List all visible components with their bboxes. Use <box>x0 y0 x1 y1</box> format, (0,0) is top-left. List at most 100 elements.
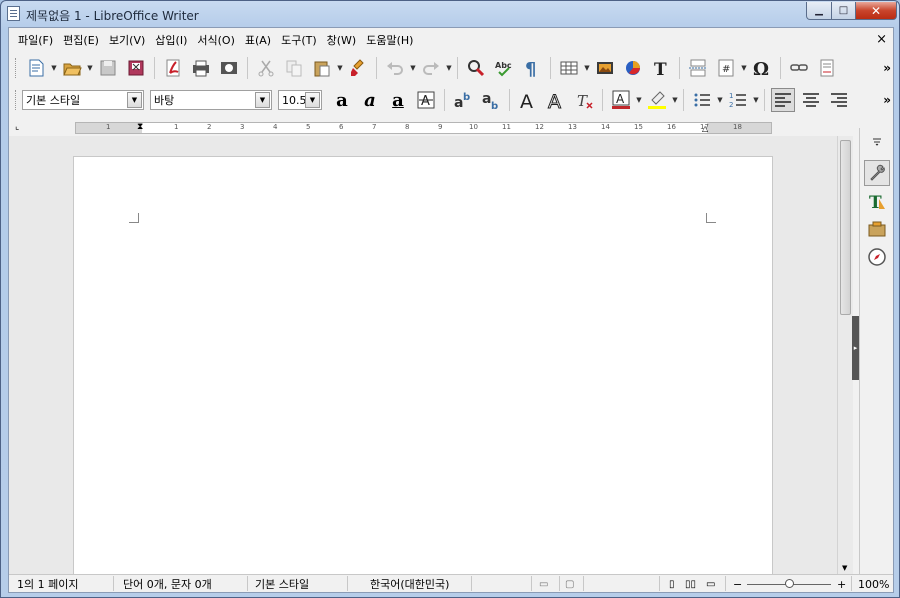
page-break-icon[interactable] <box>686 56 710 80</box>
toolbar-grip[interactable] <box>15 58 18 78</box>
document-page[interactable] <box>73 156 773 574</box>
paste-dropdown-icon[interactable]: ▼ <box>336 56 344 80</box>
horizontal-ruler[interactable]: 1 1 2 3 4 5 6 7 8 9 10 11 12 13 14 15 16… <box>75 122 772 134</box>
text-language[interactable]: 한국어(대한민국) <box>370 577 449 591</box>
word-count[interactable]: 단어 0개, 문자 0개 <box>123 577 212 591</box>
save-icon[interactable] <box>96 56 120 80</box>
numbered-list-icon[interactable]: 12 <box>726 88 750 112</box>
align-center-icon[interactable] <box>799 88 823 112</box>
bullet-dropdown-icon[interactable]: ▼ <box>716 88 724 112</box>
close-window-button[interactable]: ✕ <box>855 2 897 20</box>
menu-view[interactable]: 보기(V) <box>104 32 150 48</box>
export-icon[interactable] <box>124 56 148 80</box>
undo-dropdown-icon[interactable]: ▼ <box>409 56 417 80</box>
open-dropdown-icon[interactable]: ▼ <box>86 56 94 80</box>
right-indent-marker-icon[interactable]: △ <box>702 124 708 133</box>
find-replace-icon[interactable] <box>464 56 488 80</box>
undo-icon[interactable] <box>383 56 407 80</box>
numbering-dropdown-icon[interactable]: ▼ <box>752 88 760 112</box>
insert-image-icon[interactable] <box>593 56 617 80</box>
font-name-combo[interactable]: 바탕 ▼ <box>150 90 272 110</box>
table-dropdown-icon[interactable]: ▼ <box>583 56 591 80</box>
page-indicator[interactable]: 1의 1 페이지 <box>17 577 78 591</box>
chevron-down-icon[interactable]: ▼ <box>255 92 270 108</box>
menu-format[interactable]: 서식(O) <box>192 32 239 48</box>
copy-icon[interactable] <box>282 56 306 80</box>
sidebar-collapse-handle[interactable]: ▸ <box>852 316 859 380</box>
toolbar-overflow-icon[interactable]: » <box>883 93 891 107</box>
maximize-button[interactable]: □ <box>831 2 856 20</box>
underline-icon[interactable]: a <box>386 88 410 112</box>
toolbar-overflow-icon[interactable]: » <box>883 61 891 75</box>
paste-icon[interactable] <box>310 56 334 80</box>
insert-chart-icon[interactable] <box>621 56 645 80</box>
print-icon[interactable] <box>189 56 213 80</box>
menu-tools[interactable]: 도구(T) <box>276 32 322 48</box>
new-document-icon[interactable] <box>24 56 48 80</box>
book-view-icon[interactable]: ▭ <box>706 577 715 591</box>
scrollbar-thumb[interactable] <box>840 140 851 315</box>
digital-signature-icon[interactable]: ▢ <box>565 577 574 591</box>
left-indent-marker-icon[interactable]: ⧗ <box>137 122 143 132</box>
sidebar-menu-icon[interactable] <box>864 128 890 154</box>
export-pdf-icon[interactable] <box>161 56 185 80</box>
shrink-font-icon[interactable]: A <box>544 88 568 112</box>
spelling-icon[interactable]: Abc <box>492 56 516 80</box>
highlight-dropdown-icon[interactable]: ▼ <box>671 88 679 112</box>
title-bar[interactable]: 제목없음 1 - LibreOffice Writer ▁ □ ✕ <box>1 1 899 27</box>
vertical-scrollbar[interactable]: ▼ <box>837 136 853 574</box>
menu-window[interactable]: 창(W) <box>322 32 362 48</box>
hyperlink-icon[interactable] <box>787 56 811 80</box>
print-preview-icon[interactable] <box>217 56 241 80</box>
styles-icon[interactable]: T <box>864 188 890 214</box>
menu-table[interactable]: 표(A) <box>240 32 276 48</box>
zoom-out-button[interactable]: − <box>733 577 742 591</box>
field-dropdown-icon[interactable]: ▼ <box>740 56 748 80</box>
insert-table-icon[interactable] <box>557 56 581 80</box>
bullet-list-icon[interactable] <box>690 88 714 112</box>
navigator-icon[interactable] <box>864 244 890 270</box>
redo-dropdown-icon[interactable]: ▼ <box>445 56 453 80</box>
cut-icon[interactable] <box>254 56 278 80</box>
clear-formatting-icon[interactable]: T <box>572 88 596 112</box>
field-icon[interactable]: # <box>714 56 738 80</box>
font-color-dropdown-icon[interactable]: ▼ <box>635 88 643 112</box>
toolbar-grip[interactable] <box>15 90 18 110</box>
chevron-down-icon[interactable]: ▼ <box>127 92 142 108</box>
scroll-down-icon[interactable]: ▼ <box>842 564 847 572</box>
bold-icon[interactable]: a <box>330 88 354 112</box>
menu-insert[interactable]: 삽입(I) <box>150 32 192 48</box>
strikethrough-icon[interactable]: A <box>414 88 438 112</box>
properties-icon[interactable] <box>864 160 890 186</box>
paragraph-style-combo[interactable]: 기본 스타일 ▼ <box>22 90 144 110</box>
insert-textbox-icon[interactable]: T <box>649 56 673 80</box>
gallery-icon[interactable] <box>864 216 890 242</box>
menu-file[interactable]: 파일(F) <box>13 32 58 48</box>
font-size-combo[interactable]: 10.5 ▼ <box>278 90 322 110</box>
open-folder-icon[interactable] <box>60 56 84 80</box>
menu-edit[interactable]: 편집(E) <box>58 32 104 48</box>
special-character-icon[interactable]: Ω <box>750 56 774 80</box>
clone-formatting-icon[interactable] <box>346 56 370 80</box>
zoom-in-button[interactable]: + <box>837 577 846 591</box>
zoom-slider-knob[interactable] <box>785 579 794 588</box>
new-dropdown-icon[interactable]: ▼ <box>50 56 58 80</box>
multi-page-view-icon[interactable]: ▯▯ <box>685 577 696 591</box>
single-page-view-icon[interactable]: ▯ <box>669 577 675 591</box>
footnote-icon[interactable] <box>815 56 839 80</box>
close-document-button[interactable]: × <box>876 32 887 47</box>
redo-icon[interactable] <box>419 56 443 80</box>
tab-stop-icon[interactable]: ⌞ <box>15 122 19 132</box>
subscript-icon[interactable]: ab <box>479 88 503 112</box>
align-right-icon[interactable] <box>827 88 851 112</box>
superscript-icon[interactable]: ab <box>451 88 475 112</box>
chevron-down-icon[interactable]: ▼ <box>305 92 320 108</box>
minimize-button[interactable]: ▁ <box>806 2 832 20</box>
grow-font-icon[interactable]: A <box>516 88 540 112</box>
italic-icon[interactable]: a <box>358 88 382 112</box>
page-style[interactable]: 기본 스타일 <box>255 577 309 591</box>
align-left-icon[interactable] <box>771 88 795 112</box>
menu-help[interactable]: 도움말(H) <box>361 32 418 48</box>
font-color-icon[interactable]: A <box>609 88 633 112</box>
highlight-icon[interactable] <box>645 88 669 112</box>
